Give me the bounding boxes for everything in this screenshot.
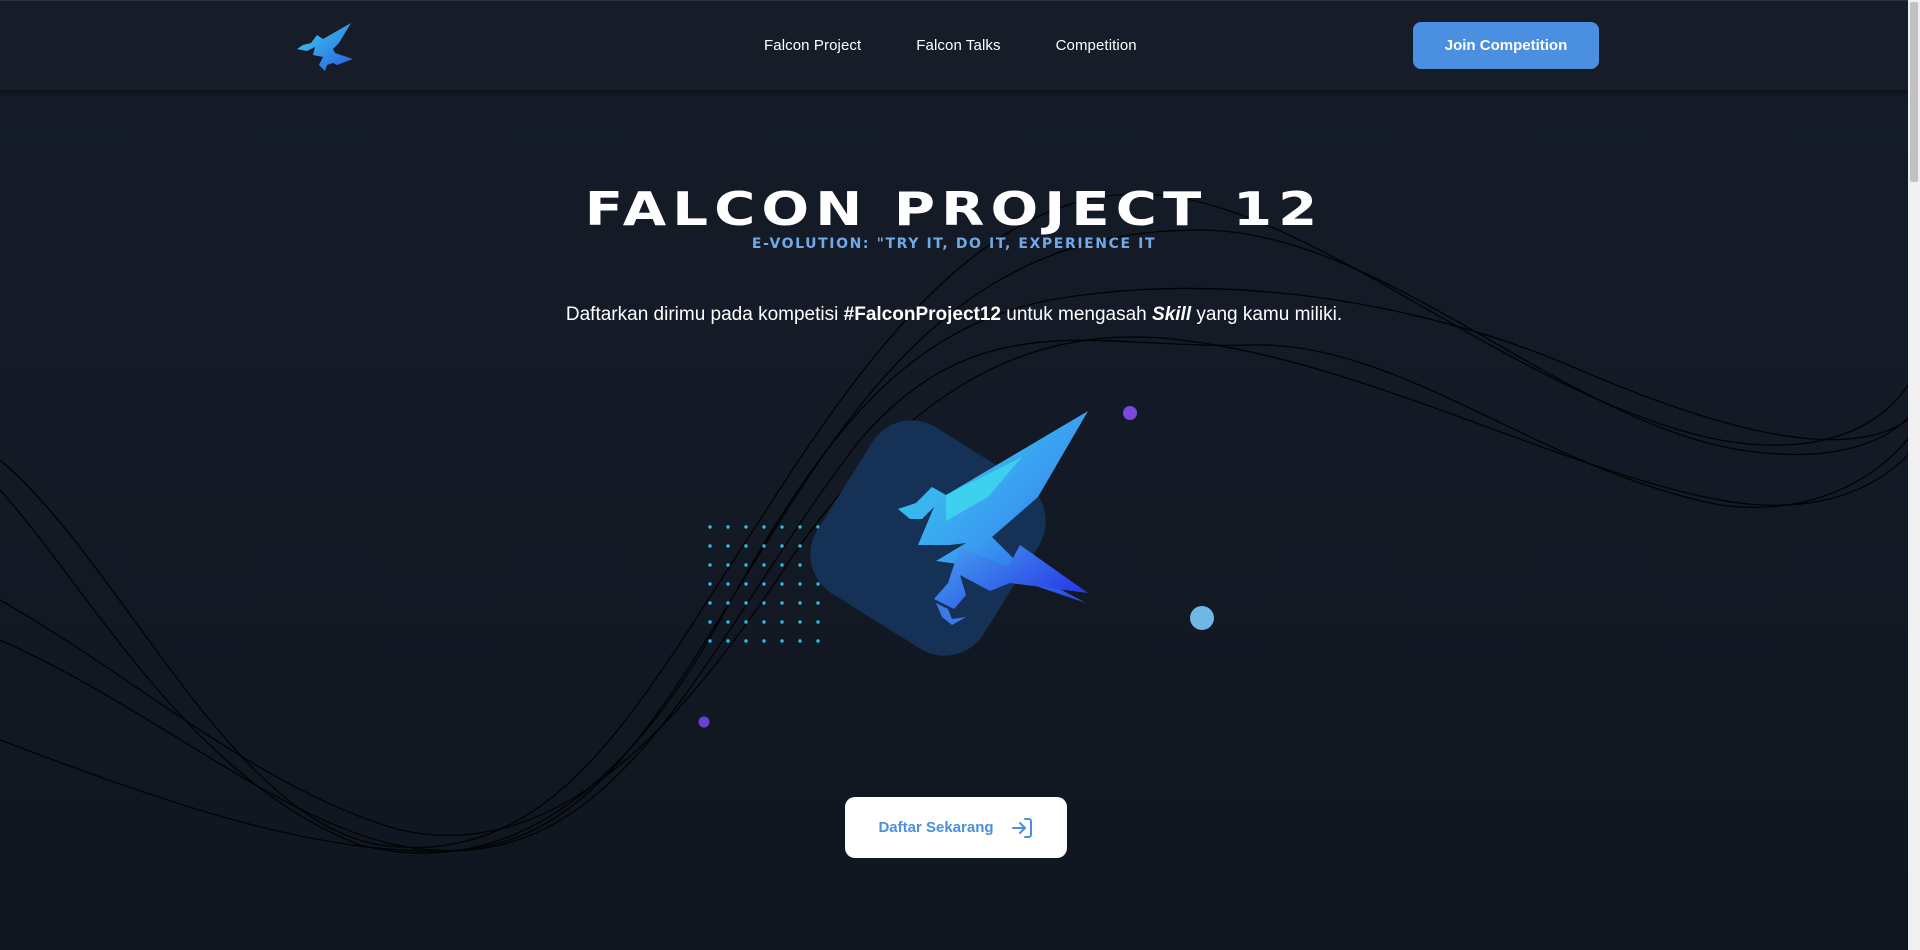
description-part-2: untuk mengasah [1000,304,1153,325]
cta-label: Daftar Sekarang [878,819,994,836]
nav-links: Falcon Project Falcon Talks Competition [764,1,1192,90]
description-part-1: Daftarkan dirimu pada kompetisi [565,304,844,325]
description-skill: Skill [1152,304,1192,325]
nav-link-competition[interactable]: Competition [1056,37,1137,54]
daftar-sekarang-button[interactable]: Daftar Sekarang [845,797,1067,858]
hero-description: Daftarkan dirimu pada kompetisi #FalconP… [0,304,1908,326]
falcon-logo-icon[interactable] [293,21,355,73]
nav-link-falcon-project[interactable]: Falcon Project [764,37,861,54]
description-hashtag: #FalconProject12 [843,304,1001,325]
page-subtitle: E-volution: "Try it, Do it, Experience i… [751,236,1157,252]
description-part-3: yang kamu miliki. [1191,304,1343,325]
falcon-emblem-icon [698,406,1214,728]
navbar: Falcon Project Falcon Talks Competition … [0,0,1908,90]
landing-page: Falcon Project Falcon Talks Competition … [0,0,1920,950]
login-arrow-icon [1011,817,1032,838]
light-blue-dot [1190,606,1214,630]
page-scrollbar[interactable] [1908,0,1920,950]
scrollbar-thumb[interactable] [1910,2,1918,182]
nav-link-falcon-talks[interactable]: Falcon Talks [916,37,1000,54]
small-purple-dot [698,716,710,728]
join-competition-button[interactable]: Join Competition [1413,22,1599,69]
page-title: Falcon Project 12 [584,182,1324,236]
purple-dot [1123,406,1137,420]
dot-pattern [708,525,820,643]
